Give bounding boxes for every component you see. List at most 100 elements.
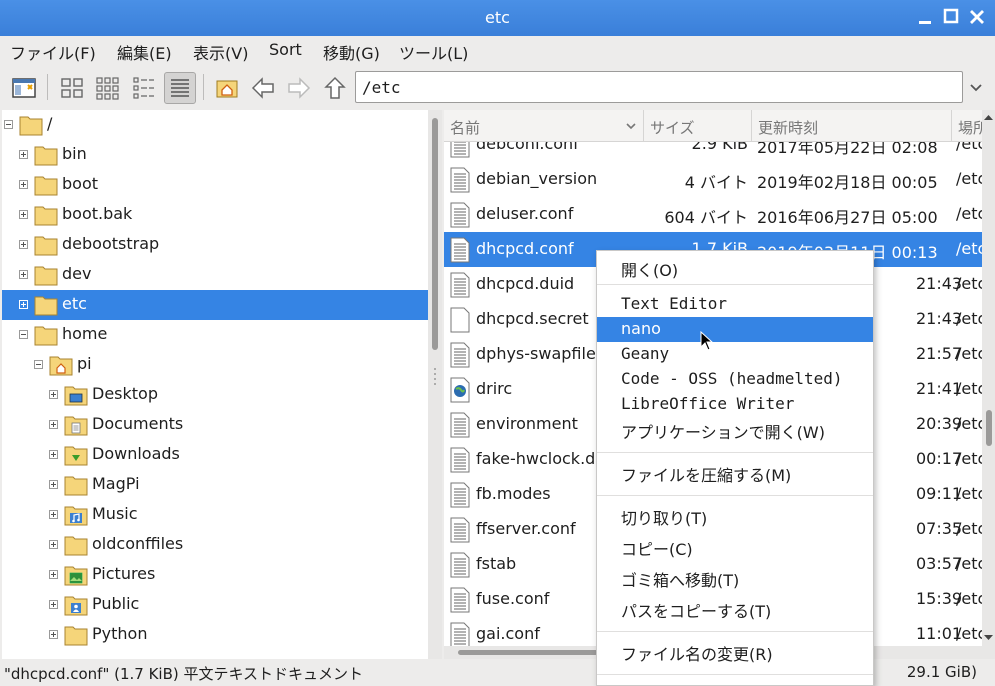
file-location: /etc [956,554,982,573]
column-modified[interactable]: 更新時刻 [752,110,952,142]
file-row[interactable]: deluser.conf 604 バイト 2016年06月27日 05:00/etc [444,197,982,232]
menu-view[interactable]: 表示(V) [193,40,248,64]
expand-icon[interactable] [19,300,28,309]
tree-item[interactable]: oldconffiles [2,530,428,560]
context-menu-item[interactable]: ファイルのプロパティ(E) [597,682,873,685]
menu-go[interactable]: 移動(G) [323,40,380,64]
column-name[interactable]: 名前 [444,110,644,142]
tree-item[interactable]: Documents [2,410,428,440]
tree-item[interactable]: Python [2,620,428,650]
context-menu-item[interactable]: Code - OSS (headmelted) [597,367,873,392]
context-menu-item[interactable]: Text Editor [597,292,873,317]
title-bar[interactable]: etc [0,0,995,36]
expand-icon[interactable] [19,150,28,159]
scrollbar-thumb[interactable] [458,650,598,655]
directory-tree[interactable]: / bin boot boot.bak debootstrap dev etc home pi D… [2,110,428,659]
expand-icon[interactable] [49,570,58,579]
new-window-icon[interactable] [8,72,40,104]
thumbnail-view-icon[interactable] [92,72,124,104]
tree-item[interactable]: bin [2,140,428,170]
context-menu-item[interactable]: Geany [597,342,873,367]
context-menu-item[interactable]: LibreOffice Writer [597,392,873,417]
icon-view-icon[interactable] [56,72,88,104]
expand-icon[interactable] [49,420,58,429]
home-icon[interactable] [211,72,243,104]
tree-item[interactable]: Pictures [2,560,428,590]
menu-file[interactable]: ファイル(F) [10,40,96,64]
folder-icon [34,324,58,346]
detailed-list-view-icon[interactable] [164,72,196,104]
file-location: /etc [956,414,982,433]
location-input[interactable]: /etc [355,71,963,103]
maximize-icon[interactable] [940,6,962,28]
tree-item[interactable]: Music [2,500,428,530]
forward-arrow-icon[interactable] [283,72,315,104]
column-size[interactable]: サイズ [644,110,752,142]
expand-icon[interactable] [49,450,58,459]
tree-item[interactable]: debootstrap [2,230,428,260]
pictures-folder-icon [64,564,88,586]
tree-item[interactable]: home [2,320,428,350]
public-folder-icon [64,594,88,616]
file-modified: 2016年06月27日 05:00 [757,208,938,227]
tree-item[interactable]: pi [2,350,428,380]
tree-item[interactable]: boot.bak [2,200,428,230]
expand-icon[interactable] [19,240,28,249]
collapse-icon[interactable] [4,120,13,129]
tree-item[interactable]: / [2,110,428,140]
context-menu-item[interactable]: 切り取り(T) [597,503,873,528]
chevron-down-icon[interactable] [968,80,984,94]
context-menu-item[interactable]: アプリケーションで開く(W) [597,417,873,442]
expand-icon[interactable] [49,600,58,609]
tree-item[interactable]: Downloads [2,440,428,470]
scroll-up-icon[interactable] [982,112,995,122]
expand-icon[interactable] [49,630,58,639]
tree-item[interactable]: Desktop [2,380,428,410]
tree-item[interactable]: MagPi [2,470,428,500]
context-menu-item[interactable]: コピー(C) [597,534,873,559]
column-location[interactable]: 場所 [952,110,982,142]
list-vertical-scrollbar[interactable] [982,110,995,659]
desktop-folder-icon [64,384,88,406]
scroll-down-icon[interactable] [982,633,995,643]
context-menu-item[interactable]: ファイル名の変更(R) [597,639,873,664]
minimize-icon[interactable] [914,6,936,28]
text-file-icon [449,167,471,193]
menu-edit[interactable]: 編集(E) [117,40,172,64]
tree-item[interactable]: etc [2,290,428,320]
context-menu-item[interactable]: パスをコピーする(T) [597,596,873,621]
context-menu-item[interactable]: ゴミ箱へ移動(T) [597,565,873,590]
expand-icon[interactable] [49,540,58,549]
tree-item[interactable]: Public [2,590,428,620]
up-arrow-icon[interactable] [319,72,351,104]
menu-tools[interactable]: ツール(L) [399,40,468,64]
expand-icon[interactable] [49,480,58,489]
context-menu-item[interactable]: nano [597,317,873,342]
pane-splitter[interactable] [433,366,437,386]
close-icon[interactable] [966,6,988,28]
file-location: /etc [956,274,982,293]
collapse-icon[interactable] [19,330,28,339]
column-name-label: 名前 [450,119,481,137]
scrollbar-thumb[interactable] [432,118,438,350]
expand-icon[interactable] [49,390,58,399]
expand-icon[interactable] [49,510,58,519]
expand-icon[interactable] [19,210,28,219]
expand-icon[interactable] [19,270,28,279]
scrollbar-thumb[interactable] [986,410,992,446]
tree-item[interactable]: dev [2,260,428,290]
context-menu-item[interactable]: 開く(O) [597,255,873,280]
file-name: dphys-swapfile [476,344,596,363]
text-file-icon [449,552,471,578]
expand-icon[interactable] [19,180,28,189]
menu-sort[interactable]: Sort [269,40,302,59]
file-name: environment [476,414,578,433]
text-file-icon [449,482,471,508]
compact-view-icon[interactable] [128,72,160,104]
file-row[interactable]: debian_version 4 バイト 2019年02月18日 00:05/etc [444,162,982,197]
tree-item-label: home [62,324,108,343]
collapse-icon[interactable] [34,360,43,369]
back-arrow-icon[interactable] [247,72,279,104]
context-menu-item[interactable]: ファイルを圧縮する(M) [597,460,873,485]
tree-item[interactable]: boot [2,170,428,200]
